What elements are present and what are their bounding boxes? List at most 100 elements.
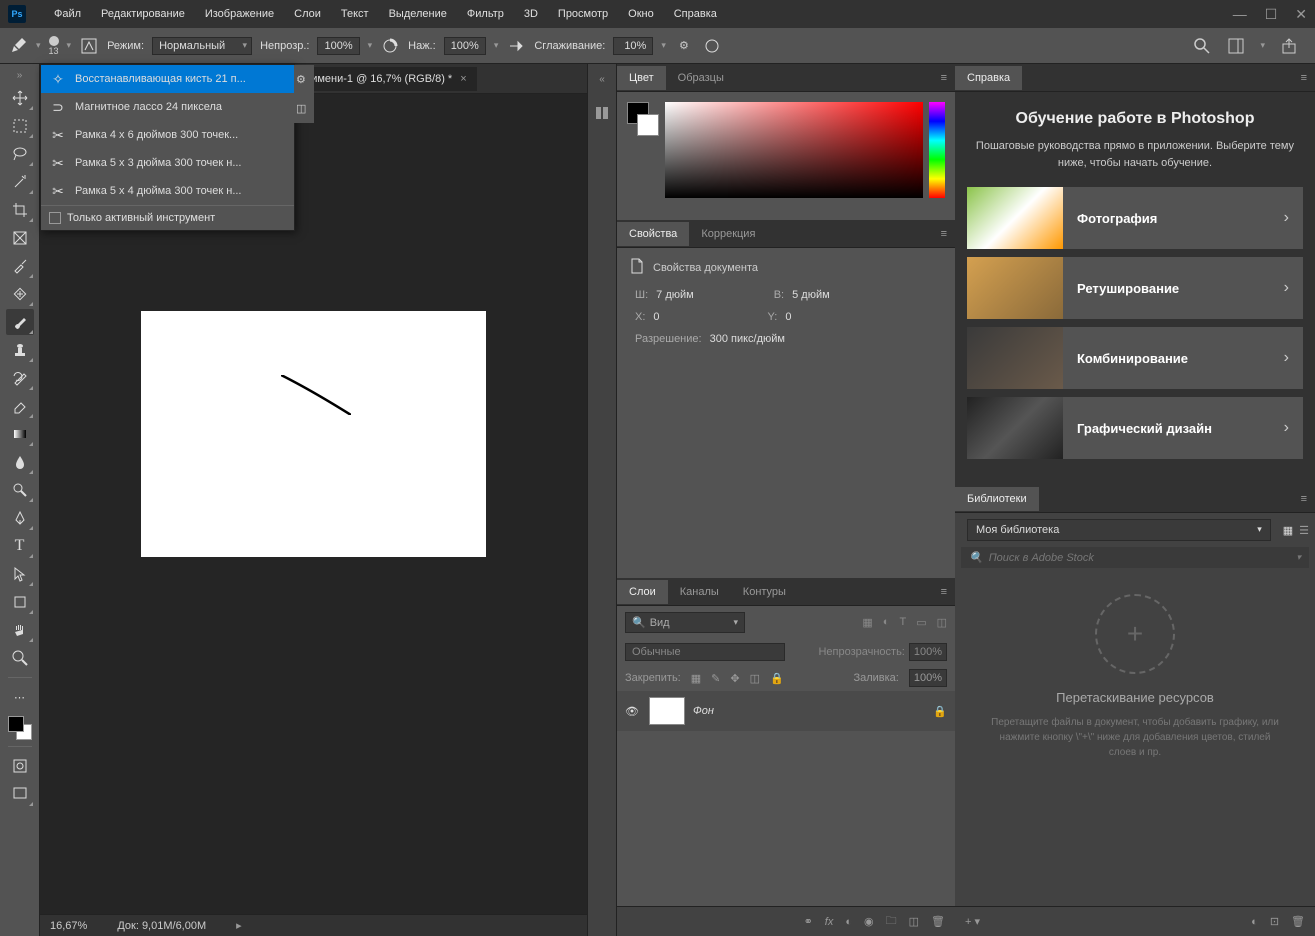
zoom-level[interactable]: 16,67% (50, 920, 87, 932)
library-dropdown[interactable]: Моя библиотека ▾ (967, 519, 1271, 541)
panel-menu-icon[interactable]: ≡ (1293, 72, 1315, 84)
new-fill-icon[interactable]: ◉ (864, 915, 874, 928)
foreground-color[interactable] (8, 716, 24, 732)
menu-file[interactable]: Файл (44, 8, 91, 20)
visibility-icon[interactable]: 👁 (625, 705, 641, 718)
layer-name[interactable]: Фон (693, 705, 714, 717)
tab-layers[interactable]: Слои (617, 580, 668, 604)
filter-pixel-icon[interactable]: ▦ (862, 616, 872, 629)
close-tab-icon[interactable]: × (460, 73, 466, 85)
blend-mode-dropdown[interactable]: Обычные (625, 643, 785, 661)
canvas[interactable] (141, 311, 486, 557)
dodge-tool[interactable] (6, 477, 34, 503)
preset-item-crop2[interactable]: ✂ Рамка 5 x 3 дюйма 300 точек н... (41, 149, 294, 177)
new-group-icon[interactable]: 🗀 (886, 912, 897, 931)
smoothing-input[interactable]: 10% (613, 37, 653, 55)
help-card-combining[interactable]: Комбинирование › (967, 327, 1303, 389)
flow-input[interactable]: 100% (444, 37, 486, 55)
panel-menu-icon[interactable]: ≡ (933, 586, 955, 598)
lock-pixels-icon[interactable]: ✎ (711, 672, 720, 685)
filter-smart-icon[interactable]: ◫ (937, 616, 947, 629)
tab-adjustments[interactable]: Коррекция (689, 222, 767, 246)
gear-icon[interactable]: ⚙ (674, 36, 694, 56)
opacity-input[interactable]: 100% (317, 37, 359, 55)
grid-view-icon[interactable]: ▦ (1283, 524, 1293, 537)
preset-new-icon[interactable]: ◫ (296, 102, 312, 115)
preset-item-lasso[interactable]: ⊃ Магнитное лассо 24 пиксела (41, 93, 294, 121)
magic-wand-tool[interactable] (6, 169, 34, 195)
lock-transparency-icon[interactable]: ▦ (691, 672, 701, 685)
menu-select[interactable]: Выделение (379, 8, 457, 20)
move-tool[interactable] (6, 85, 34, 111)
pen-tool[interactable] (6, 505, 34, 531)
brush-panel-icon[interactable] (79, 36, 99, 56)
stamp-tool[interactable] (6, 337, 34, 363)
color-swatch[interactable] (8, 716, 32, 740)
lock-position-icon[interactable]: ✥ (730, 672, 739, 685)
brush-preview[interactable]: 13 (49, 36, 59, 56)
hue-slider[interactable] (929, 102, 945, 198)
delete-layer-icon[interactable]: 🗑 (931, 915, 945, 928)
type-tool[interactable]: T (6, 533, 34, 559)
add-content-icon[interactable]: + ▾ (965, 915, 980, 928)
pressure-size-icon[interactable] (702, 36, 722, 56)
menu-filter[interactable]: Фильтр (457, 8, 514, 20)
layer-background[interactable]: 👁 Фон 🔒 (617, 691, 955, 731)
panel-menu-icon[interactable]: ≡ (933, 72, 955, 84)
help-card-retouching[interactable]: Ретуширование › (967, 257, 1303, 319)
layer-thumbnail[interactable] (649, 697, 685, 725)
bg-swatch[interactable] (637, 114, 659, 136)
link-layers-icon[interactable]: ⚭ (804, 915, 813, 928)
eraser-tool[interactable] (6, 393, 34, 419)
zoom-tool[interactable] (6, 645, 34, 671)
preset-item-crop1[interactable]: ✂ Рамка 4 x 6 дюймов 300 точек... (41, 121, 294, 149)
menu-help[interactable]: Справка (664, 8, 727, 20)
tab-color[interactable]: Цвет (617, 66, 666, 90)
help-card-photography[interactable]: Фотография › (967, 187, 1303, 249)
libraries-sync-icon[interactable]: ◐ (1251, 916, 1258, 928)
crop-tool[interactable] (6, 197, 34, 223)
healing-tool[interactable] (6, 281, 34, 307)
airbrush-icon[interactable] (506, 36, 526, 56)
share-icon[interactable] (1279, 36, 1299, 56)
tab-libraries[interactable]: Библиотеки (955, 487, 1039, 511)
layer-filter-dropdown[interactable]: 🔍 Вид ▾ (625, 612, 745, 633)
blur-tool[interactable] (6, 449, 34, 475)
marquee-tool[interactable] (6, 113, 34, 139)
preset-item-crop3[interactable]: ✂ Рамка 5 x 4 дюйма 300 точек н... (41, 177, 294, 205)
delete-icon[interactable]: 🗑 (1291, 915, 1305, 928)
filter-shape-icon[interactable]: ▭ (916, 616, 926, 629)
tab-help[interactable]: Справка (955, 66, 1022, 90)
menu-layers[interactable]: Слои (284, 8, 331, 20)
lasso-tool[interactable] (6, 141, 34, 167)
lock-artboard-icon[interactable]: ◫ (750, 672, 760, 685)
eyedropper-tool[interactable] (6, 253, 34, 279)
menu-image[interactable]: Изображение (195, 8, 284, 20)
panel-menu-icon[interactable]: ≡ (933, 228, 955, 240)
tool-preset-icon[interactable] (8, 36, 28, 56)
lock-icon[interactable]: 🔒 (933, 705, 947, 718)
maximize-icon[interactable]: ☐ (1265, 6, 1278, 23)
filter-type-icon[interactable]: T (899, 616, 906, 629)
menu-text[interactable]: Текст (331, 8, 379, 20)
tab-paths[interactable]: Контуры (731, 580, 798, 604)
menu-edit[interactable]: Редактирование (91, 8, 195, 20)
menu-3d[interactable]: 3D (514, 8, 548, 20)
close-icon[interactable]: ✕ (1295, 6, 1307, 23)
layer-mask-icon[interactable]: ◐ (845, 916, 852, 928)
tab-channels[interactable]: Каналы (668, 580, 731, 604)
screenmode-icon[interactable] (6, 781, 34, 807)
search-icon[interactable] (1192, 36, 1212, 56)
list-view-icon[interactable]: ☰ (1299, 524, 1309, 537)
brush-tool[interactable] (6, 309, 34, 335)
tab-swatches[interactable]: Образцы (666, 66, 736, 90)
edit-toolbar-icon[interactable]: ⋯ (6, 684, 34, 710)
minimize-icon[interactable]: — (1233, 6, 1247, 23)
history-brush-tool[interactable] (6, 365, 34, 391)
shape-tool[interactable] (6, 589, 34, 615)
help-card-graphic-design[interactable]: Графический дизайн › (967, 397, 1303, 459)
mode-dropdown[interactable]: Нормальный (152, 37, 252, 55)
color-field[interactable] (665, 102, 923, 198)
menu-view[interactable]: Просмотр (548, 8, 618, 20)
gradient-tool[interactable] (6, 421, 34, 447)
